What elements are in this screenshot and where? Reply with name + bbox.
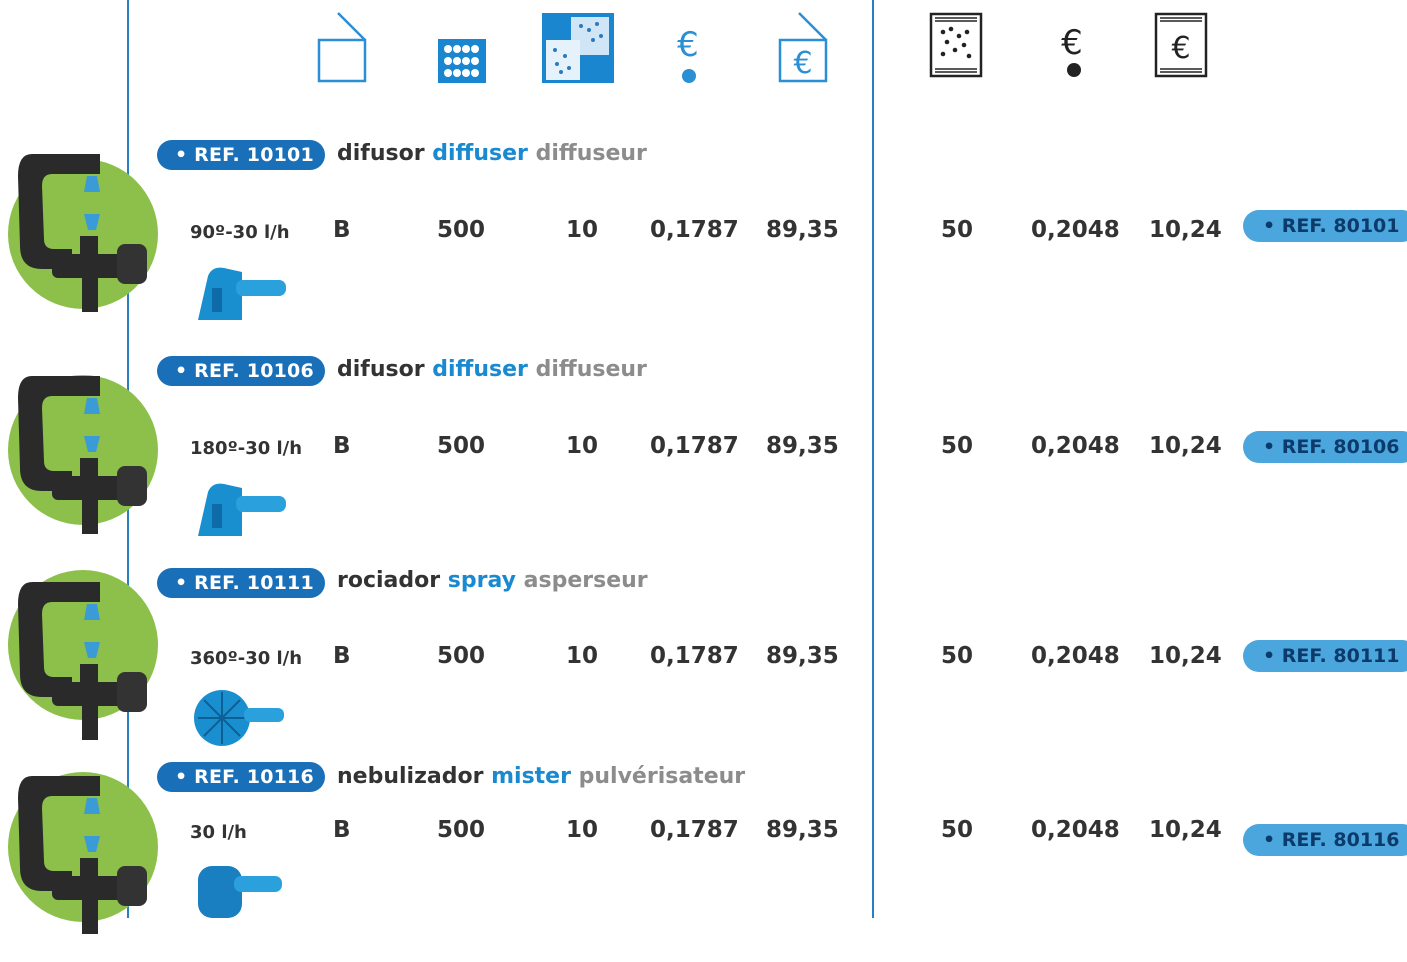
cell-packs: 10 <box>566 433 599 459</box>
ref-badge: • REF. 10116 <box>157 762 325 792</box>
cell-unit-price: 0,1787 <box>650 433 739 459</box>
ref-badge: • REF. 10111 <box>157 568 325 598</box>
title-spanish: nebulizador <box>337 764 484 789</box>
title-french: pulvérisateur <box>578 764 746 789</box>
bag-icon <box>929 12 983 78</box>
nozzle-image <box>190 852 290 926</box>
product-image <box>12 766 162 950</box>
cell-bag-qty: 50 <box>941 817 974 843</box>
title-english: mister <box>491 764 571 789</box>
product-row: • REF. 10106 difusor diffuser diffuseur … <box>0 356 1407 556</box>
product-title: nebulizador mister pulvérisateur <box>337 764 745 789</box>
svg-text:€: € <box>1171 31 1190 66</box>
cell-bag-unit-price: 0,2048 <box>1031 433 1120 459</box>
cell-type: B <box>333 643 351 669</box>
title-spanish: difusor <box>337 357 425 382</box>
cell-bag-qty: 50 <box>941 643 974 669</box>
bag-ref-badge: • REF. 80111 <box>1243 640 1407 672</box>
ref-badge: • REF. 10106 <box>157 356 325 386</box>
product-row: • REF. 10101 difusor diffuser diffuseur … <box>0 140 1407 340</box>
cell-box-price: 89,35 <box>766 217 839 243</box>
cell-bag-price: 10,24 <box>1149 433 1222 459</box>
bag-ref-badge: • REF. 80116 <box>1243 824 1407 856</box>
cell-flow: 30 l/h <box>190 822 247 843</box>
packs-icon <box>541 12 615 84</box>
cell-box-price: 89,35 <box>766 643 839 669</box>
product-title: difusor diffuser diffuseur <box>337 357 647 382</box>
title-spanish: difusor <box>337 141 425 166</box>
svg-text:€: € <box>1061 23 1083 63</box>
cell-flow: 90º-30 l/h <box>190 222 290 243</box>
bag-unit-price-euro-icon: € <box>1052 22 1096 86</box>
bag-ref-badge: • REF. 80106 <box>1243 431 1407 463</box>
nozzle-image <box>190 258 290 332</box>
cell-flow: 180º-30 l/h <box>190 438 303 459</box>
svg-text:€: € <box>677 25 699 65</box>
box-icon <box>316 10 370 84</box>
product-image <box>12 366 162 550</box>
cell-bag-unit-price: 0,2048 <box>1031 643 1120 669</box>
cell-unit-price: 0,1787 <box>650 217 739 243</box>
svg-text:€: € <box>793 46 812 81</box>
product-title: rociador spray asperseur <box>337 568 648 593</box>
cell-box-price: 89,35 <box>766 817 839 843</box>
title-english: diffuser <box>432 357 528 382</box>
ref-badge: • REF. 10101 <box>157 140 325 170</box>
title-french: diffuseur <box>535 141 647 166</box>
product-image <box>12 144 162 328</box>
cell-type: B <box>333 433 351 459</box>
bag-ref-badge: • REF. 80101 <box>1243 210 1407 242</box>
cell-packs: 10 <box>566 643 599 669</box>
cell-bag-qty: 50 <box>941 217 974 243</box>
box-price-euro-icon: € <box>777 10 831 84</box>
grid-pack-icon <box>437 38 487 84</box>
cell-bag-price: 10,24 <box>1149 217 1222 243</box>
product-row: • REF. 10111 rociador spray asperseur 36… <box>0 568 1407 768</box>
title-english: spray <box>447 568 516 593</box>
title-french: diffuseur <box>535 357 647 382</box>
cell-qty: 500 <box>437 217 486 243</box>
cell-packs: 10 <box>566 217 599 243</box>
unit-price-euro-icon: € <box>666 24 710 88</box>
cell-box-price: 89,35 <box>766 433 839 459</box>
nozzle-image <box>190 474 290 548</box>
cell-bag-qty: 50 <box>941 433 974 459</box>
cell-qty: 500 <box>437 433 486 459</box>
cell-type: B <box>333 217 351 243</box>
cell-packs: 10 <box>566 817 599 843</box>
nozzle-image <box>190 680 290 754</box>
product-row: • REF. 10116 nebulizador mister pulvéris… <box>0 762 1407 962</box>
title-english: diffuser <box>432 141 528 166</box>
cell-type: B <box>333 817 351 843</box>
cell-bag-price: 10,24 <box>1149 643 1222 669</box>
title-french: asperseur <box>523 568 648 593</box>
cell-qty: 500 <box>437 817 486 843</box>
cell-bag-unit-price: 0,2048 <box>1031 217 1120 243</box>
cell-bag-unit-price: 0,2048 <box>1031 817 1120 843</box>
bag-price-euro-icon: € <box>1154 12 1208 78</box>
product-title: difusor diffuser diffuseur <box>337 141 647 166</box>
cell-unit-price: 0,1787 <box>650 817 739 843</box>
cell-flow: 360º-30 l/h <box>190 648 303 669</box>
title-spanish: rociador <box>337 568 441 593</box>
cell-bag-price: 10,24 <box>1149 817 1222 843</box>
cell-qty: 500 <box>437 643 486 669</box>
cell-unit-price: 0,1787 <box>650 643 739 669</box>
product-image <box>12 572 162 756</box>
